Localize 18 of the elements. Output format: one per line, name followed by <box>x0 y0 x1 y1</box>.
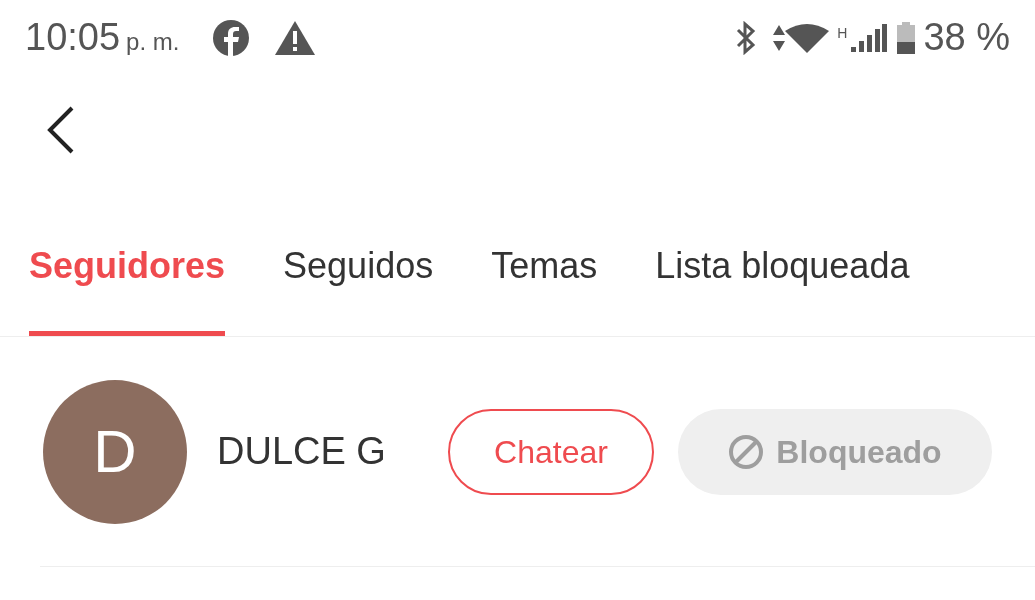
data-arrows-icon <box>773 24 786 51</box>
tab[interactable]: Seguidores <box>29 239 226 336</box>
user-name: DULCE G <box>217 429 387 474</box>
clock-time: 10:05 <box>25 15 121 60</box>
battery-percent: 38 % <box>923 15 1010 60</box>
avatar: D <box>43 379 187 524</box>
tab[interactable]: Lista bloqueada <box>655 239 910 336</box>
bluetooth-icon <box>735 20 758 55</box>
warning-icon <box>275 20 316 55</box>
clock-period: p. m. <box>126 26 180 57</box>
tab[interactable]: Temas <box>491 239 598 336</box>
tab[interactable]: Seguidos <box>283 239 434 336</box>
signal-icon <box>851 23 888 52</box>
block-icon <box>728 433 765 470</box>
battery-icon <box>897 21 916 54</box>
social-app-icon <box>213 19 250 56</box>
network-type: H <box>837 24 848 43</box>
chat-button[interactable]: Chatear <box>448 408 654 495</box>
